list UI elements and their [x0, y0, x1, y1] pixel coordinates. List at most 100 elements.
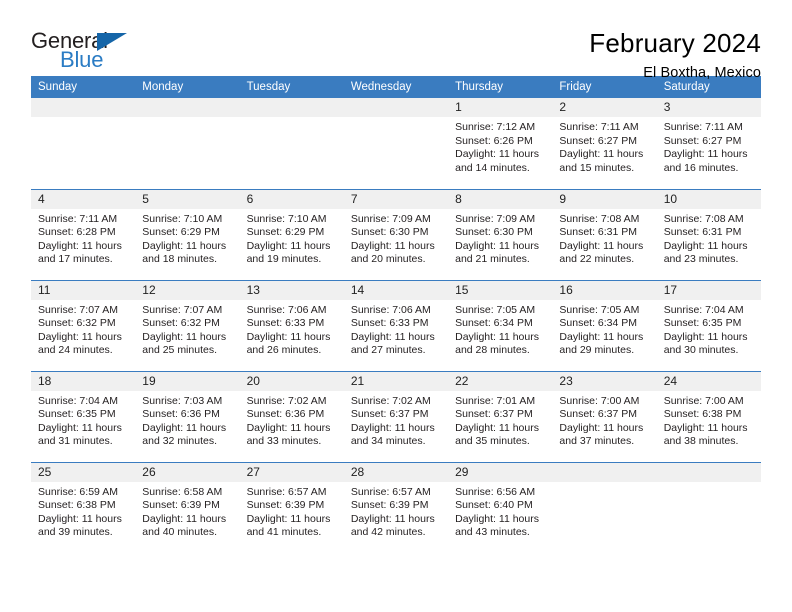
calendar-day-cell[interactable]: 18 Sunrise: 7:04 AM Sunset: 6:35 PM Dayligh… [31, 370, 136, 462]
sunset-time: Sunset: 6:33 PM [350, 317, 429, 330]
day-number: 15 [448, 280, 553, 300]
day-sun-info: Sunrise: 7:10 AM Sunset: 6:29 PM Daylight:… [240, 209, 344, 267]
day-number [135, 98, 240, 117]
sunrise-time: Sunrise: 7:12 AM [455, 121, 536, 133]
calendar-day-cell[interactable]: 27 Sunrise: 6:57 AM Sunset: 6:39 PM Dayligh… [239, 461, 344, 553]
sunrise-time: Sunrise: 7:10 AM [246, 212, 327, 225]
calendar-day-cell[interactable]: 7 Sunrise: 7:09 AM Sunset: 6:30 PM Daylight… [343, 188, 449, 280]
sunrise-time: Sunrise: 7:02 AM [350, 394, 431, 407]
sunset-time: Sunset: 6:39 PM [246, 499, 325, 512]
sunrise-time: Sunrise: 7:01 AM [455, 394, 536, 407]
calendar-day-cell[interactable]: 28 Sunrise: 6:57 AM Sunset: 6:39 PM Dayligh… [343, 461, 449, 553]
day-number: 1 [448, 98, 553, 117]
calendar-day-cell[interactable]: 16 Sunrise: 7:05 AM Sunset: 6:34 PM Dayligh… [552, 279, 657, 371]
day-sun-info: Sunrise: 7:07 AM Sunset: 6:32 PM Daylight:… [135, 300, 239, 358]
calendar-day-cell[interactable]: 19 Sunrise: 7:03 AM Sunset: 6:36 PM Dayligh… [135, 370, 240, 462]
calendar-day-cell[interactable]: 23 Sunrise: 7:00 AM Sunset: 6:37 PM Dayligh… [552, 370, 657, 462]
title-block: February 2024 El Boxtha, Mexico [589, 28, 761, 81]
calendar-day-cell[interactable]: 14 Sunrise: 7:06 AM Sunset: 6:33 PM Dayligh… [343, 279, 449, 371]
logo-text-blue: Blue [60, 47, 104, 72]
day-number: 21 [343, 371, 449, 391]
daylight-duration: and 26 minutes. [246, 344, 322, 357]
calendar-day-cell[interactable]: 20 Sunrise: 7:02 AM Sunset: 6:36 PM Dayligh… [239, 370, 344, 462]
day-sun-info: Sunrise: 7:08 AM Sunset: 6:31 PM Daylight:… [552, 209, 656, 267]
calendar-day-cell[interactable]: 8 Sunrise: 7:09 AM Sunset: 6:30 PM Daylight… [448, 188, 553, 280]
calendar-day-cell[interactable]: 10 Sunrise: 7:08 AM Sunset: 6:31 PM Dayligh… [656, 188, 761, 280]
sunset-time: Sunset: 6:32 PM [38, 317, 116, 330]
sunset-time: Sunset: 6:30 PM [350, 226, 429, 239]
sunrise-time: Sunrise: 7:11 AM [663, 121, 743, 133]
daylight-duration: and 33 minutes. [246, 435, 322, 448]
calendar-day-cell[interactable]: 21 Sunrise: 7:02 AM Sunset: 6:37 PM Dayligh… [343, 370, 449, 462]
day-sun-info: Sunrise: 7:02 AM Sunset: 6:36 PM Daylight:… [240, 391, 344, 449]
daylight-duration: Daylight: 11 hours [559, 421, 644, 434]
day-number [552, 462, 657, 482]
day-number: 18 [31, 371, 136, 391]
general-blue-logo[interactable]: General Blue [31, 28, 141, 78]
calendar-day-cell[interactable]: 11 Sunrise: 7:07 AM Sunset: 6:32 PM Dayligh… [31, 279, 136, 371]
daylight-duration: and 35 minutes. [455, 435, 530, 448]
sunset-time: Sunset: 6:37 PM [559, 408, 638, 421]
sunrise-time: Sunrise: 7:00 AM [663, 394, 744, 407]
sunset-time: Sunset: 6:29 PM [142, 226, 220, 239]
sunrise-time: Sunrise: 7:05 AM [455, 303, 536, 316]
calendar-day-cell[interactable]: 5 Sunrise: 7:10 AM Sunset: 6:29 PM Daylight… [135, 188, 240, 280]
daylight-duration: and 32 minutes. [142, 435, 217, 448]
day-number: 4 [31, 189, 136, 209]
sunrise-time: Sunrise: 7:08 AM [663, 212, 744, 225]
daylight-duration: Daylight: 11 hours [246, 239, 331, 252]
day-number: 26 [135, 462, 240, 482]
sunset-time: Sunset: 6:39 PM [350, 499, 429, 512]
sunset-time: Sunset: 6:35 PM [663, 317, 742, 330]
calendar-day-cell[interactable]: 22 Sunrise: 7:01 AM Sunset: 6:37 PM Dayligh… [448, 370, 553, 462]
sunrise-time: Sunrise: 7:03 AM [142, 394, 223, 407]
day-number: 5 [135, 189, 240, 209]
calendar-day-cell[interactable]: 12 Sunrise: 7:07 AM Sunset: 6:32 PM Dayligh… [135, 279, 240, 371]
sunrise-time: Sunrise: 7:11 AM [38, 212, 118, 225]
daylight-duration: Daylight: 11 hours [559, 239, 644, 252]
sunset-time: Sunset: 6:30 PM [455, 226, 533, 239]
day-number: 17 [656, 280, 761, 300]
calendar-day-cell[interactable]: 1 Sunrise: 7:12 AM Sunset: 6:26 PM Daylight… [448, 98, 553, 189]
sunrise-time: Sunrise: 7:08 AM [559, 212, 640, 225]
sunrise-time: Sunrise: 7:11 AM [559, 121, 639, 133]
calendar-day-cell[interactable]: 2 Sunrise: 7:11 AM Sunset: 6:27 PM Daylight… [552, 98, 657, 189]
daylight-duration: and 17 minutes. [38, 253, 113, 266]
day-number: 13 [239, 280, 344, 300]
calendar-day-cell[interactable]: 15 Sunrise: 7:05 AM Sunset: 6:34 PM Dayligh… [448, 279, 553, 371]
sunrise-time: Sunrise: 6:56 AM [455, 485, 536, 498]
sunset-time: Sunset: 6:28 PM [38, 226, 116, 239]
calendar-day-cell[interactable]: 17 Sunrise: 7:04 AM Sunset: 6:35 PM Dayligh… [656, 279, 761, 371]
calendar-day-cell[interactable]: 6 Sunrise: 7:10 AM Sunset: 6:29 PM Daylight… [239, 188, 344, 280]
daylight-duration: Daylight: 11 hours [246, 421, 331, 434]
daylight-duration: Daylight: 11 hours [142, 330, 227, 343]
calendar-day-cell[interactable]: 25 Sunrise: 6:59 AM Sunset: 6:38 PM Dayligh… [31, 461, 136, 553]
sunset-time: Sunset: 6:33 PM [246, 317, 325, 330]
calendar-day-cell[interactable]: 29 Sunrise: 6:56 AM Sunset: 6:40 PM Dayligh… [448, 461, 553, 553]
sunset-time: Sunset: 6:27 PM [663, 134, 742, 147]
sunset-time: Sunset: 6:31 PM [663, 226, 742, 239]
daylight-duration: and 19 minutes. [246, 253, 322, 266]
day-sun-info: Sunrise: 7:03 AM Sunset: 6:36 PM Daylight:… [135, 391, 239, 449]
calendar-day-cell[interactable]: 9 Sunrise: 7:08 AM Sunset: 6:31 PM Daylight… [552, 188, 657, 280]
weekday-header-sunday: Sunday [31, 76, 136, 98]
day-sun-info: Sunrise: 7:09 AM Sunset: 6:30 PM Daylight:… [344, 209, 448, 267]
daylight-duration: and 22 minutes. [559, 253, 635, 266]
calendar-day-cell[interactable]: 13 Sunrise: 7:06 AM Sunset: 6:33 PM Dayligh… [239, 279, 344, 371]
day-sun-info: Sunrise: 6:56 AM Sunset: 6:40 PM Daylight:… [448, 482, 552, 540]
sunset-time: Sunset: 6:27 PM [559, 134, 638, 147]
calendar-day-cell-empty [239, 98, 344, 189]
calendar-day-cell[interactable]: 24 Sunrise: 7:00 AM Sunset: 6:38 PM Dayligh… [656, 370, 761, 462]
day-number [31, 98, 136, 117]
daylight-duration: Daylight: 11 hours [455, 330, 539, 343]
calendar-day-cell[interactable]: 26 Sunrise: 6:58 AM Sunset: 6:39 PM Dayligh… [135, 461, 240, 553]
daylight-duration: Daylight: 11 hours [350, 330, 435, 343]
day-number [656, 462, 761, 482]
calendar-day-cell[interactable]: 3 Sunrise: 7:11 AM Sunset: 6:27 PM Daylight… [656, 98, 761, 189]
calendar-day-cell[interactable]: 4 Sunrise: 7:11 AM Sunset: 6:28 PM Daylight… [31, 188, 136, 280]
calendar-page: General Blue February 2024 El Boxtha, Me… [0, 0, 792, 612]
daylight-duration: and 39 minutes. [38, 526, 113, 539]
calendar-day-cell-empty [552, 461, 657, 553]
daylight-duration: Daylight: 11 hours [350, 239, 435, 252]
day-number: 8 [448, 189, 553, 209]
